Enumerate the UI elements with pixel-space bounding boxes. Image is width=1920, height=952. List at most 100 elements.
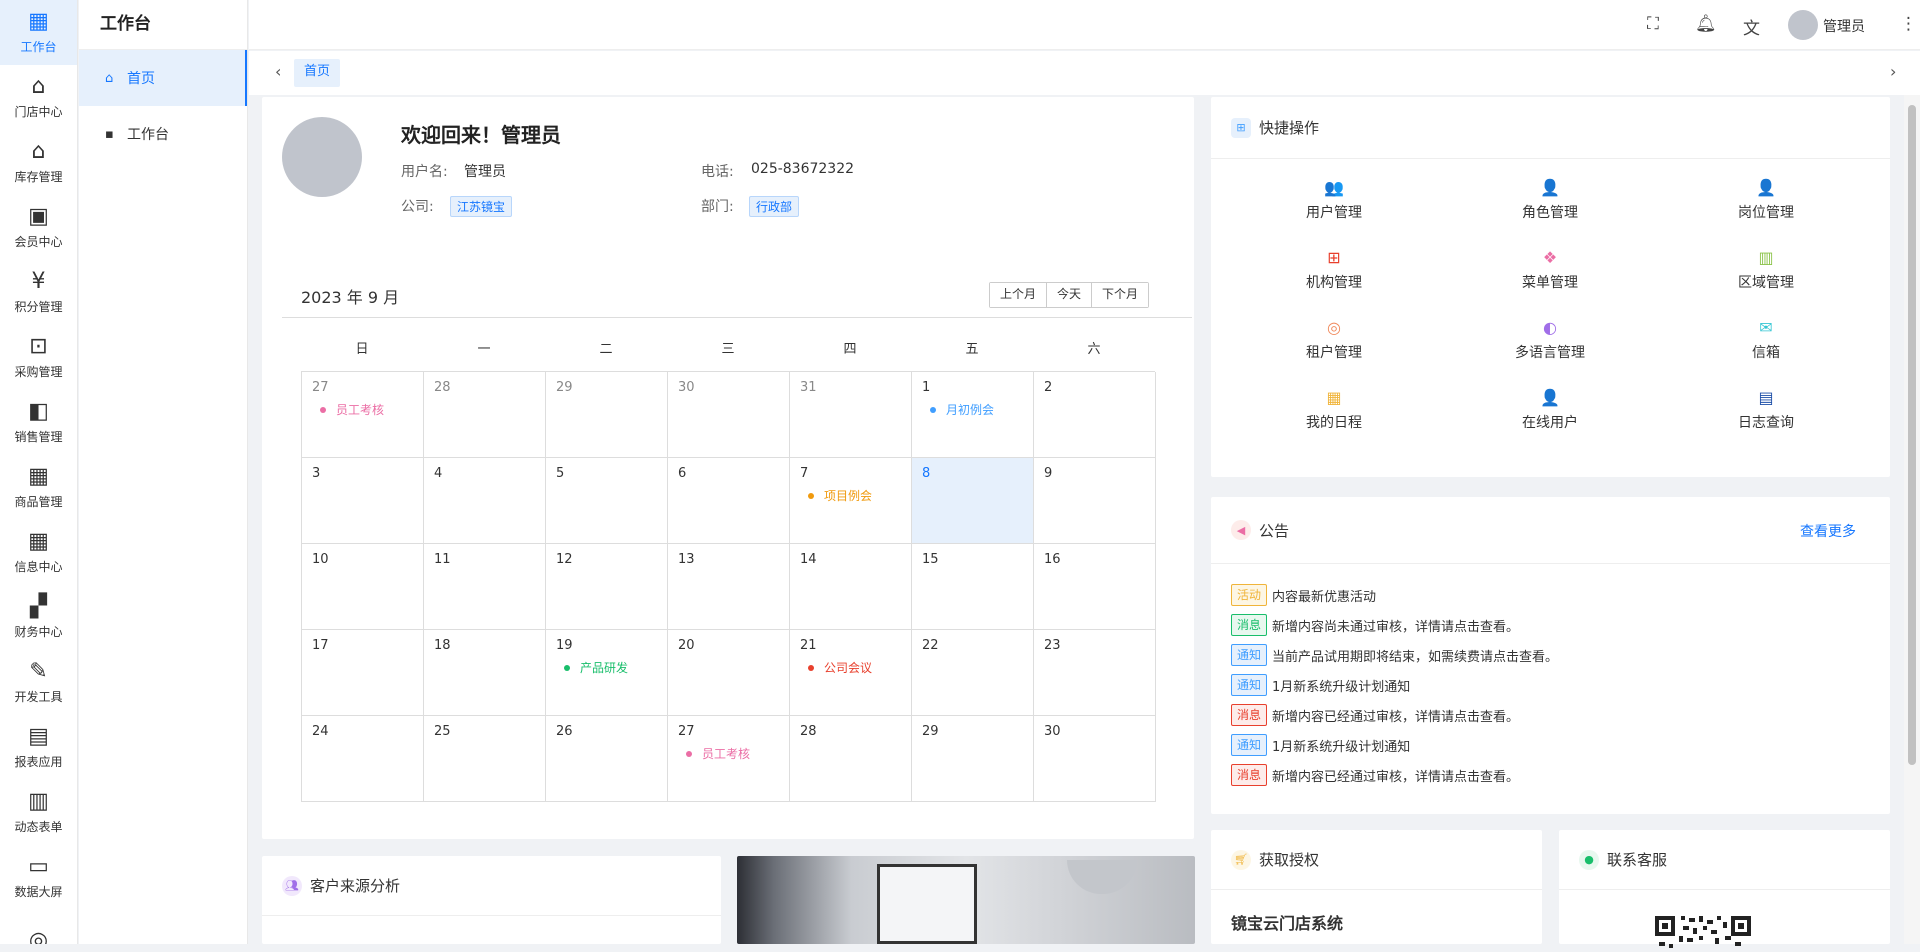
calendar-event[interactable]: 员工考核	[312, 401, 413, 418]
calendar-day-cell[interactable]: 13	[668, 544, 790, 630]
notice-item[interactable]: 活动 内容最新优惠活动	[1231, 580, 1558, 610]
rail-item-13[interactable]: ▭ 数据大屏	[0, 845, 77, 910]
translate-icon[interactable]: 文	[1743, 14, 1760, 39]
scrollbar-thumb[interactable]	[1908, 105, 1916, 765]
calendar-day-cell[interactable]: 27 员工考核	[302, 372, 424, 458]
calendar-day-cell[interactable]: 30	[1034, 716, 1156, 802]
calendar-day-cell[interactable]: 22	[912, 630, 1034, 716]
calendar-event[interactable]: 公司会议	[800, 659, 901, 676]
calendar-day-cell[interactable]: 14	[790, 544, 912, 630]
calendar-day-cell[interactable]: 21 公司会议	[790, 630, 912, 716]
calendar-day-cell[interactable]: 28	[424, 372, 546, 458]
avatar[interactable]	[1788, 10, 1818, 40]
quick-action-item[interactable]: 👤 岗位管理	[1658, 177, 1874, 247]
today-button[interactable]: 今天	[1047, 283, 1093, 307]
quick-action-item[interactable]: ▥ 区域管理	[1658, 247, 1874, 317]
calendar-day-cell[interactable]: 25	[424, 716, 546, 802]
calendar-day-cell[interactable]: 4	[424, 458, 546, 544]
prev-month-button[interactable]: 上个月	[990, 283, 1048, 307]
notice-item[interactable]: 通知 1月新系统升级计划通知	[1231, 670, 1558, 700]
calendar-day-cell[interactable]: 6	[668, 458, 790, 544]
rail-item-8[interactable]: ▦ 信息中心	[0, 520, 77, 585]
next-month-button[interactable]: 下个月	[1092, 283, 1149, 307]
rail-item-5[interactable]: ⊡ 采购管理	[0, 325, 77, 390]
calendar-day-cell[interactable]: 18	[424, 630, 546, 716]
rail-item-9[interactable]: ▞ 财务中心	[0, 585, 77, 650]
day-number: 20	[678, 638, 695, 653]
rail-item-11[interactable]: ▤ 报表应用	[0, 715, 77, 780]
online-user-icon: 👤	[1540, 388, 1560, 407]
chevron-right-icon[interactable]: ›	[1890, 62, 1896, 81]
notice-item[interactable]: 消息 新增内容尚未通过审核，详情请点击查看。	[1231, 610, 1558, 640]
calendar-day-cell[interactable]: 20	[668, 630, 790, 716]
rail-item-10[interactable]: ✎ 开发工具	[0, 650, 77, 715]
event-title: 项目例会	[824, 489, 873, 503]
quick-action-item[interactable]: ✉ 信箱	[1658, 317, 1874, 387]
rail-item-14[interactable]: ◎	[0, 910, 77, 944]
quick-action-item[interactable]: ◐ 多语言管理	[1442, 317, 1658, 387]
calendar-day-cell[interactable]: 16	[1034, 544, 1156, 630]
notice-text: 1月新系统升级计划通知	[1272, 739, 1411, 755]
calendar-day-cell[interactable]: 9	[1034, 458, 1156, 544]
calendar-event[interactable]: 月初例会	[922, 401, 1023, 418]
more-vertical-icon[interactable]: ⋮	[1900, 14, 1917, 34]
rail-item-6[interactable]: ◧ 销售管理	[0, 390, 77, 455]
calendar-day-cell[interactable]: 11	[424, 544, 546, 630]
calendar-day-cell[interactable]: 2	[1034, 372, 1156, 458]
notice-item[interactable]: 消息 新增内容已经通过审核，详情请点击查看。	[1231, 700, 1558, 730]
tab-home[interactable]: 首页	[294, 59, 341, 87]
sidebar-item-workbench[interactable]: ▪ 工作台	[79, 106, 247, 162]
calendar-day-cell[interactable]: 29	[546, 372, 668, 458]
notice-item[interactable]: 消息 新增内容已经通过审核，详情请点击查看。	[1231, 760, 1558, 790]
calendar-day-cell[interactable]: 19 产品研发	[546, 630, 668, 716]
chevron-left-icon[interactable]: ‹	[275, 62, 281, 81]
notice-item[interactable]: 通知 当前产品试用期即将结束，如需续费请点击查看。	[1231, 640, 1558, 670]
rail-item-3[interactable]: ▣ 会员中心	[0, 195, 77, 260]
calendar-day-cell[interactable]: 31	[790, 372, 912, 458]
quick-action-item[interactable]: ◎ 租户管理	[1226, 317, 1442, 387]
quick-action-item[interactable]: ▦ 我的日程	[1226, 387, 1442, 457]
calendar-day-cell[interactable]: 26	[546, 716, 668, 802]
notice-item[interactable]: 通知 1月新系统升级计划通知	[1231, 730, 1558, 760]
bell-icon[interactable]: 🔔︎	[1695, 14, 1717, 34]
calendar-day-cell[interactable]: 23	[1034, 630, 1156, 716]
rail-item-7[interactable]: ▦ 商品管理	[0, 455, 77, 520]
notice-tag: 消息	[1231, 704, 1268, 726]
day-number: 27	[312, 380, 329, 395]
calendar-day-cell[interactable]: 8	[912, 458, 1034, 544]
calendar-event[interactable]: 员工考核	[678, 745, 779, 762]
quick-action-item[interactable]: ⊞ 机构管理	[1226, 247, 1442, 317]
rail-item-1[interactable]: ⌂ 门店中心	[0, 65, 77, 130]
calendar-event[interactable]: 产品研发	[556, 659, 657, 676]
calendar-day-cell[interactable]: 27 员工考核	[668, 716, 790, 802]
rail-item-4[interactable]: ¥ 积分管理	[0, 260, 77, 325]
calendar-day-cell[interactable]: 30	[668, 372, 790, 458]
calendar-day-cell[interactable]: 3	[302, 458, 424, 544]
rail-item-0[interactable]: ▦ 工作台	[0, 0, 77, 65]
quick-action-item[interactable]: ▤ 日志查询	[1658, 387, 1874, 457]
sidebar-item-home[interactable]: ⌂ 首页	[79, 50, 247, 106]
fullscreen-icon[interactable]: ⛶	[1647, 14, 1659, 34]
view-more-link[interactable]: 查看更多	[1800, 521, 1856, 541]
page-scrollbar[interactable]	[1904, 95, 1920, 944]
user-name[interactable]: 管理员	[1823, 16, 1865, 36]
license-card: 🛒︎ 获取授权 镜宝云门店系统	[1211, 830, 1542, 944]
quick-action-item[interactable]: 👤 在线用户	[1442, 387, 1658, 457]
calendar-event[interactable]: 项目例会	[800, 487, 901, 504]
calendar-day-cell[interactable]: 24	[302, 716, 424, 802]
rail-item-2[interactable]: ⌂ 库存管理	[0, 130, 77, 195]
quick-action-item[interactable]: ❖ 菜单管理	[1442, 247, 1658, 317]
calendar-day-cell[interactable]: 1 月初例会	[912, 372, 1034, 458]
calendar-day-cell[interactable]: 28	[790, 716, 912, 802]
calendar-day-cell[interactable]: 10	[302, 544, 424, 630]
quick-action-item[interactable]: 👤 角色管理	[1442, 177, 1658, 247]
calendar-day-cell[interactable]: 12	[546, 544, 668, 630]
calendar-day-cell[interactable]: 15	[912, 544, 1034, 630]
calendar-day-cell[interactable]: 5	[546, 458, 668, 544]
notice-header: ◀ 公告	[1211, 497, 1890, 564]
calendar-day-cell[interactable]: 7 项目例会	[790, 458, 912, 544]
calendar-day-cell[interactable]: 17	[302, 630, 424, 716]
rail-item-12[interactable]: ▥ 动态表单	[0, 780, 77, 845]
quick-action-item[interactable]: 👥 用户管理	[1226, 177, 1442, 247]
calendar-day-cell[interactable]: 29	[912, 716, 1034, 802]
